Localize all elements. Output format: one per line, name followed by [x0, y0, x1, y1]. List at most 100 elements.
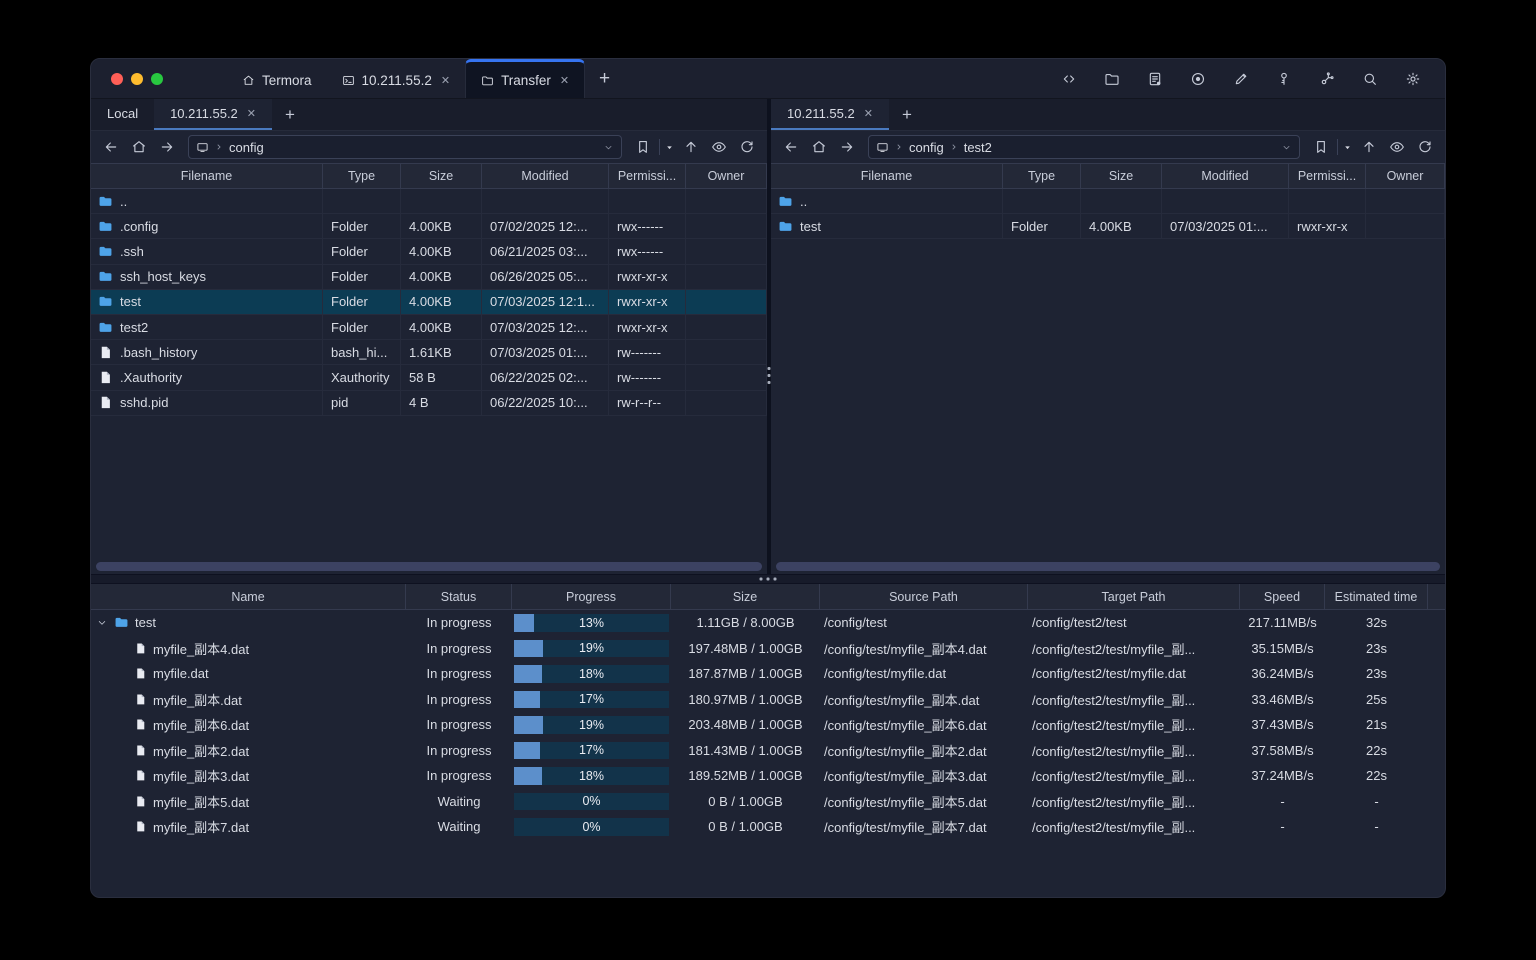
caret-down-icon[interactable] — [664, 142, 675, 153]
close-tab-icon[interactable]: ✕ — [247, 107, 256, 120]
home-icon[interactable] — [127, 135, 151, 159]
table-row[interactable]: test2 Folder 4.00KB 07/03/2025 12:... rw… — [91, 314, 767, 341]
path-segment[interactable]: test2 — [964, 140, 992, 155]
settings-icon[interactable] — [1401, 67, 1425, 91]
column-header[interactable]: Estimated time — [1325, 584, 1428, 609]
log-icon[interactable] — [1143, 67, 1167, 91]
column-header[interactable]: Size — [1081, 164, 1162, 188]
right-path-bar[interactable]: config test2 — [868, 135, 1300, 159]
bookmark-icon[interactable] — [631, 135, 655, 159]
transfer-row[interactable]: test In progress 13% 1.11GB / 8.00GB /co… — [91, 610, 1445, 636]
transfer-row[interactable]: myfile_副本5.dat Waiting 0% 0 B / 1.00GB /… — [91, 789, 1445, 815]
horizontal-scrollbar[interactable] — [776, 562, 1440, 571]
status: In progress — [426, 768, 492, 784]
search-icon[interactable] — [1358, 67, 1382, 91]
edit-icon[interactable] — [1229, 67, 1253, 91]
column-header[interactable]: Owner — [686, 164, 767, 188]
table-row[interactable]: ssh_host_keys Folder 4.00KB 06/26/2025 0… — [91, 264, 767, 290]
zoom-window-button[interactable] — [151, 72, 163, 85]
transfer-splitter[interactable] — [91, 574, 1445, 584]
refresh-icon[interactable] — [1413, 135, 1437, 159]
tab-transfer[interactable]: Transfer ✕ — [465, 59, 586, 98]
back-icon[interactable] — [99, 135, 123, 159]
progress-bar: 19% — [514, 639, 669, 657]
column-header[interactable]: Progress — [512, 584, 671, 609]
column-header[interactable]: Modified — [482, 164, 609, 188]
chevron-down-icon[interactable] — [603, 142, 614, 153]
path-segment[interactable]: config — [229, 140, 264, 155]
left-path-bar[interactable]: config — [188, 135, 622, 159]
column-header[interactable]: Target Path — [1028, 584, 1240, 609]
close-window-button[interactable] — [111, 72, 123, 85]
close-tab-icon[interactable]: ✕ — [441, 74, 450, 87]
transfer-row[interactable]: myfile_副本4.dat In progress 19% 197.48MB … — [91, 636, 1445, 662]
caret-down-icon[interactable] — [1342, 142, 1353, 153]
transfer-row[interactable]: myfile_副本7.dat Waiting 0% 0 B / 1.00GB /… — [91, 814, 1445, 840]
forward-icon[interactable] — [835, 135, 859, 159]
new-panel-tab-button[interactable]: + — [272, 99, 308, 130]
column-header[interactable]: Modified — [1162, 164, 1289, 188]
column-header[interactable]: Size — [671, 584, 820, 609]
close-tab-icon[interactable]: ✕ — [864, 107, 873, 120]
column-header[interactable]: Source Path — [820, 584, 1028, 609]
table-row[interactable]: test Folder 4.00KB 07/03/2025 01:... rwx… — [771, 214, 1445, 240]
table-row[interactable]: sshd.pid pid 4 B 06/22/2025 10:... rw-r-… — [91, 390, 767, 416]
column-header[interactable]: Filename — [91, 164, 323, 188]
record-icon[interactable] — [1186, 67, 1210, 91]
tab-remote-session[interactable]: 10.211.55.2 ✕ — [154, 99, 273, 130]
column-header[interactable]: Status — [406, 584, 512, 609]
table-row[interactable]: .Xauthority Xauthority 58 B 06/22/2025 0… — [91, 365, 767, 391]
status: In progress — [426, 717, 492, 733]
table-row[interactable]: .config Folder 4.00KB 07/02/2025 12:... … — [91, 214, 767, 240]
transfer-row[interactable]: myfile_副本6.dat In progress 19% 203.48MB … — [91, 712, 1445, 738]
column-header[interactable]: Filename — [771, 164, 1003, 188]
titlebar: Termora 10.211.55.2 ✕ Transfer ✕ + — [91, 59, 1445, 99]
key-icon[interactable] — [1272, 67, 1296, 91]
tab-remote-session[interactable]: 10.211.55.2 ✕ — [771, 99, 889, 130]
upload-icon[interactable] — [1357, 135, 1381, 159]
show-hidden-icon[interactable] — [707, 135, 731, 159]
new-tab-button[interactable]: + — [585, 59, 624, 98]
forward-icon[interactable] — [155, 135, 179, 159]
tab-local[interactable]: Local — [91, 99, 154, 130]
upload-icon[interactable] — [679, 135, 703, 159]
code-icon[interactable] — [1057, 67, 1081, 91]
column-header[interactable]: Name — [91, 584, 406, 609]
transfer-row[interactable]: myfile_副本.dat In progress 17% 180.97MB /… — [91, 687, 1445, 713]
back-icon[interactable] — [779, 135, 803, 159]
horizontal-scrollbar[interactable] — [96, 562, 762, 571]
table-row[interactable]: .. — [771, 189, 1445, 215]
tab-terminal-session[interactable]: 10.211.55.2 ✕ — [327, 59, 466, 98]
table-row[interactable]: .ssh Folder 4.00KB 06/21/2025 03:... rwx… — [91, 239, 767, 265]
new-panel-tab-button[interactable]: + — [889, 99, 925, 130]
collapse-chevron-icon[interactable] — [96, 617, 108, 629]
transfer-row[interactable]: myfile.dat In progress 18% 187.87MB / 1.… — [91, 661, 1445, 687]
show-hidden-icon[interactable] — [1385, 135, 1409, 159]
close-tab-icon[interactable]: ✕ — [560, 74, 569, 87]
minimize-window-button[interactable] — [131, 72, 143, 85]
refresh-icon[interactable] — [735, 135, 759, 159]
column-header[interactable]: Type — [323, 164, 401, 188]
file-icon — [101, 371, 110, 384]
table-row-selected[interactable]: test Folder 4.00KB 07/03/2025 12:1... rw… — [91, 289, 767, 315]
column-header[interactable]: Type — [1003, 164, 1081, 188]
path-segment[interactable]: config — [909, 140, 944, 155]
left-panel-tabs: Local 10.211.55.2 ✕ + — [91, 99, 767, 131]
table-row[interactable]: .bash_history bash_hi... 1.61KB 07/03/20… — [91, 340, 767, 366]
folder-icon[interactable] — [1100, 67, 1124, 91]
column-header[interactable]: Size — [401, 164, 482, 188]
column-header[interactable]: Permissi... — [609, 164, 686, 188]
transfer-row[interactable]: myfile_副本2.dat In progress 17% 181.43MB … — [91, 738, 1445, 764]
home-icon[interactable] — [807, 135, 831, 159]
table-row[interactable]: .. — [91, 189, 767, 215]
bookmark-icon[interactable] — [1309, 135, 1333, 159]
transfer-row[interactable]: myfile_副本3.dat In progress 18% 189.52MB … — [91, 763, 1445, 789]
column-header[interactable]: Speed — [1240, 584, 1325, 609]
progress-bar: 0% — [514, 818, 669, 836]
column-header[interactable]: Permissi... — [1289, 164, 1366, 188]
chevron-down-icon[interactable] — [1281, 142, 1292, 153]
column-header[interactable]: Owner — [1366, 164, 1445, 188]
folder-icon — [99, 271, 112, 282]
tab-termora[interactable]: Termora — [227, 59, 327, 98]
keychain-icon[interactable] — [1315, 67, 1339, 91]
